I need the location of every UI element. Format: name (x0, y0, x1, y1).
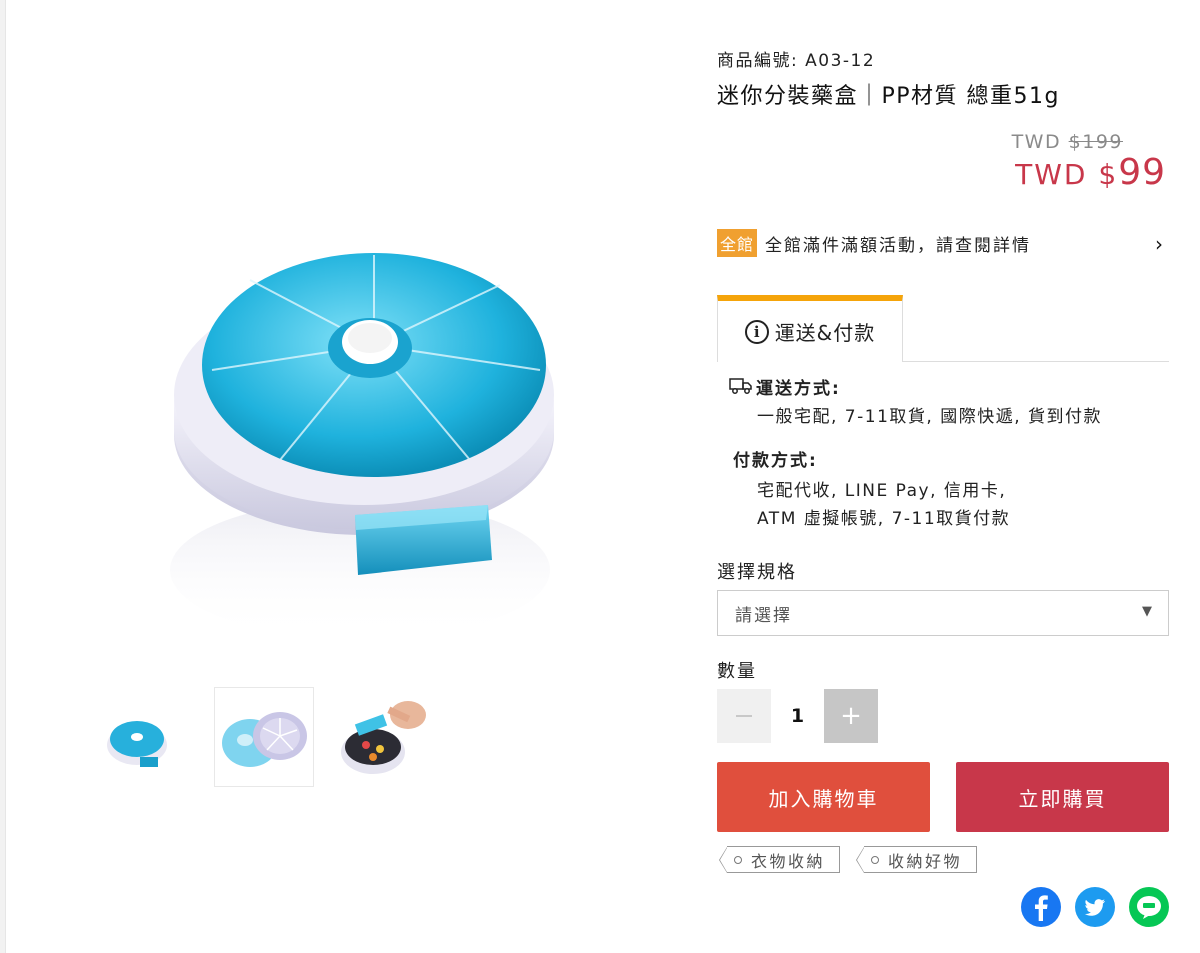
truck-icon (729, 378, 752, 394)
chevron-right-icon: › (1155, 232, 1163, 256)
sale-price-prefix: TWD (1015, 158, 1088, 191)
tab-label: 運送&付款 (774, 321, 876, 345)
line-icon (1137, 896, 1161, 919)
spec-select[interactable]: 請選擇 ▼ (717, 590, 1169, 636)
product-title: 迷你分裝藥盒｜PP材質 總重51g (717, 84, 1060, 109)
thumbnail-1[interactable] (100, 687, 200, 787)
tag-link[interactable]: 衣物收納 (718, 846, 841, 873)
facebook-icon (1035, 895, 1048, 921)
sale-price-currency: $ (1098, 158, 1119, 191)
tab-shipping-payment[interactable]: i 運送&付款 (717, 295, 903, 362)
info-icon: i (744, 319, 769, 344)
quantity-decrease-button[interactable] (717, 689, 771, 743)
product-sku: 商品編號: A03-12 (717, 51, 876, 71)
quantity-increase-button[interactable]: + (824, 689, 878, 743)
caret-down-icon: ▼ (1142, 604, 1154, 619)
shipping-payment-content: 運送方式: 一般宅配, 7-11取貨, 國際快遞, 貨到付款 付款方式: 宅配代… (729, 372, 1169, 533)
tag-hole-icon (871, 856, 880, 864)
original-price-prefix: TWD (1011, 131, 1062, 153)
sale-price-amount: 99 (1118, 152, 1166, 193)
payment-line-2: ATM 虛擬帳號, 7-11取貨付款 (757, 509, 1011, 529)
sale-price: TWD $99 (1015, 152, 1166, 193)
line-share-button[interactable] (1129, 887, 1169, 927)
tag-link[interactable]: 收納好物 (856, 846, 978, 873)
quantity-label: 數量 (717, 661, 757, 682)
product-tags: 衣物收納 收納好物 (718, 846, 978, 873)
buy-now-button[interactable]: 立即購買 (956, 762, 1169, 832)
thumbnail-2[interactable] (214, 687, 314, 787)
facebook-share-button[interactable] (1021, 887, 1061, 927)
social-share (1021, 887, 1169, 927)
payment-title: 付款方式: (733, 450, 818, 471)
quantity-input[interactable]: 1 (771, 689, 824, 743)
original-price: TWD $199 (1012, 131, 1123, 153)
shipping-title-text: 運送方式: (756, 378, 841, 399)
spec-label: 選擇規格 (717, 562, 797, 583)
spec-selected-value: 請選擇 (735, 605, 792, 626)
tag-label: 收納好物 (888, 851, 963, 871)
info-tabs: i 運送&付款 (717, 295, 1169, 362)
payment-line-1: 宅配代收, LINE Pay, 信用卡, (757, 481, 1007, 501)
original-price-amount: $199 (1068, 131, 1123, 153)
promo-badge: 全館 (717, 229, 758, 257)
promo-text: 全館滿件滿額活動，請查閱詳情 (765, 235, 1032, 256)
thumbnail-strip (100, 687, 428, 787)
page-left-border (0, 0, 6, 953)
tag-hole-icon (734, 856, 742, 864)
product-main-image[interactable] (140, 230, 580, 650)
promo-link[interactable]: 全館 全館滿件滿額活動，請查閱詳情 › (717, 229, 1169, 257)
twitter-icon (1084, 899, 1105, 916)
add-to-cart-button[interactable]: 加入購物車 (717, 762, 930, 832)
minus-icon (736, 715, 752, 717)
twitter-share-button[interactable] (1075, 887, 1115, 927)
shipping-methods: 一般宅配, 7-11取貨, 國際快遞, 貨到付款 (757, 407, 1103, 427)
tag-label: 衣物收納 (751, 851, 826, 871)
payment-methods: 宅配代收, LINE Pay, 信用卡, ATM 虛擬帳號, 7-11取貨付款 (757, 477, 1169, 533)
shipping-title: 運送方式: (729, 372, 1169, 400)
thumbnail-3[interactable] (328, 687, 428, 787)
